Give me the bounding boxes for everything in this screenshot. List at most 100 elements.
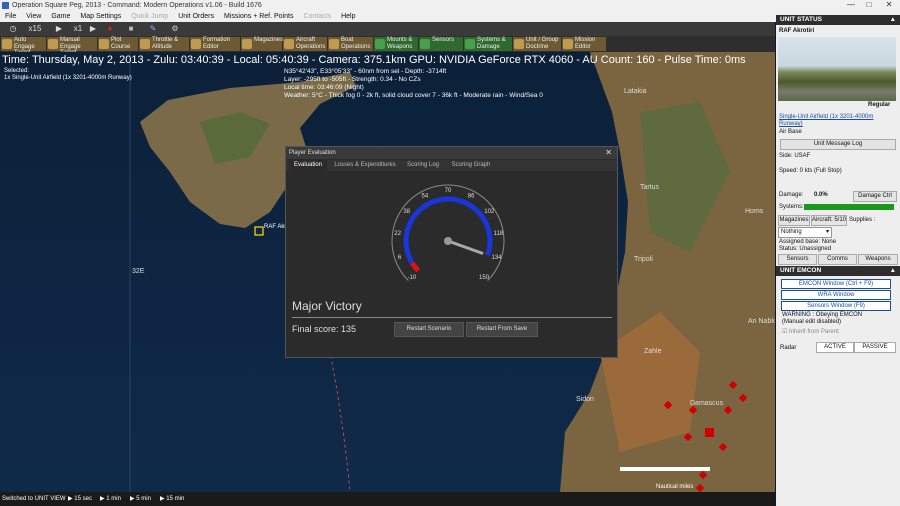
time-step-1min[interactable]: ▶ 1 min: [100, 492, 121, 506]
magazines-button[interactable]: Magazines: [778, 215, 810, 226]
toolbar-button-label: Unit / Group Doctrine: [526, 37, 559, 50]
dialog-close-icon[interactable]: ✕: [605, 147, 612, 159]
menu-bar: File View Game Map Settings Quick Jump Unit O…: [0, 11, 900, 22]
systems-label: Systems:: [779, 204, 804, 210]
gauge-tick-label: 86: [468, 194, 475, 200]
toolbar-mounts-weapons-button[interactable]: Mounts & Weapons: [374, 37, 418, 51]
menu-quick-jump[interactable]: Quick Jump: [126, 11, 173, 22]
toolbar-mission-editor-button[interactable]: Mission Editor: [562, 37, 606, 51]
unit-side: Side: USAF: [779, 153, 811, 159]
sensors-window-button[interactable]: Sensors Window (F9): [781, 301, 891, 311]
menu-contacts[interactable]: Contacts: [298, 11, 336, 22]
vehicle-icon[interactable]: ■: [124, 24, 138, 34]
menu-file[interactable]: File: [0, 11, 21, 22]
tab-scoring-graph[interactable]: Scoring Graph: [446, 160, 496, 171]
unit-speed: Speed: 0 kts (Full Stop): [779, 168, 842, 174]
friendly-airfield-marker: [254, 226, 264, 236]
damage-control-button[interactable]: Damage Ctrl: [853, 191, 897, 202]
wra-window-button[interactable]: WRA Window: [781, 290, 891, 300]
menu-unit-orders[interactable]: Unit Orders: [173, 11, 219, 22]
toolbar-systems-damage-button[interactable]: Systems & Damage: [464, 37, 512, 51]
toolbar-magazines-button[interactable]: Magazines: [241, 37, 284, 51]
menu-missions-ref-points[interactable]: Missions + Ref. Points: [219, 11, 298, 22]
time-step-15sec[interactable]: ▶ 15 sec: [68, 492, 92, 506]
gear-icon[interactable]: ⚙: [168, 24, 182, 34]
record-icon[interactable]: ●: [104, 24, 116, 34]
menu-help[interactable]: Help: [336, 11, 360, 22]
time-step-15min[interactable]: ▶ 15 min: [160, 492, 184, 506]
toolbar-icon: [329, 39, 339, 49]
speed-x15-button[interactable]: x15: [22, 24, 48, 34]
tab-comms[interactable]: Comms: [818, 254, 857, 265]
tab-evaluation[interactable]: Evaluation: [289, 160, 327, 171]
menu-game[interactable]: Game: [46, 11, 75, 22]
wrench-icon[interactable]: ✎: [146, 24, 160, 34]
tab-weapons[interactable]: Weapons: [858, 254, 898, 265]
toolbar-icon: [375, 39, 385, 49]
maximize-button[interactable]: □: [862, 0, 876, 11]
radar-active-button[interactable]: ACTIVE: [816, 342, 854, 353]
unit-message-log-button[interactable]: Unit Message Log: [780, 139, 896, 150]
toolbar-button-label: Formation Editor: [203, 37, 231, 50]
toolbar-boat-operations-button[interactable]: Boat Operations: [328, 37, 373, 51]
map-label-an-nabk: An Nabk: [748, 318, 775, 325]
time-step-5min[interactable]: ▶ 5 min: [130, 492, 151, 506]
restart-scenario-button[interactable]: Restart Scenario: [394, 322, 464, 337]
close-window-button[interactable]: ✕: [882, 0, 896, 11]
map-label-longitude: 32E: [132, 268, 145, 275]
time-step-5min-label: 5 min: [136, 496, 151, 502]
tab-sensors[interactable]: Sensors: [778, 254, 817, 265]
bottom-status-bar: Switched to UNIT VIEW ▶ 15 sec ▶ 1 min ▶…: [0, 492, 775, 506]
scale-label: Nautical miles: [656, 484, 694, 490]
minimize-button[interactable]: —: [844, 0, 858, 11]
collapse-icon[interactable]: ▲: [890, 266, 896, 276]
emcon-warning-detail: (Manual edit disabled): [782, 319, 842, 325]
menu-view[interactable]: View: [21, 11, 46, 22]
menu-map-settings[interactable]: Map Settings: [75, 11, 126, 22]
toolbar-icon: [284, 39, 294, 49]
restart-from-save-button[interactable]: Restart From Save: [466, 322, 538, 337]
proficiency: Regular: [868, 102, 891, 108]
toolbar-throttle-altitude-button[interactable]: Throttle & Altitude: [139, 37, 189, 51]
toolbar-icon: [563, 39, 573, 49]
map-label-tripoli: Tripoli: [634, 256, 653, 263]
toolbar-button-label: Mission Editor: [575, 37, 596, 50]
gauge-tick-label: 6: [398, 255, 402, 261]
toolbar-icon: [242, 39, 252, 49]
emcon-window-button[interactable]: EMCON Window (Ctrl + F9): [781, 279, 891, 289]
inherit-label: Inherit from Parent: [789, 329, 839, 335]
unit-type-link[interactable]: Single-Unit Airfield (1x 3201-4000m Runw…: [779, 114, 894, 128]
toolbar-icon: [2, 39, 12, 49]
play-icon[interactable]: ▶: [52, 24, 66, 34]
radar-passive-button[interactable]: PASSIVE: [854, 342, 896, 353]
systems-bar-fill: [804, 204, 894, 210]
toolbar-sensors-button[interactable]: Sensors: [419, 37, 463, 51]
toolbar-button-label: Sensors: [432, 37, 455, 43]
cursor-local-time: Local time: 03:46:09 (Night): [284, 84, 364, 91]
clock-icon[interactable]: ◷: [6, 24, 20, 34]
map-label-latakia: Latakia: [624, 88, 647, 95]
speed-x1-button[interactable]: x1: [68, 24, 88, 34]
toolbar-plot-course-button[interactable]: Plot Course: [98, 37, 138, 51]
toolbar-button-label: Magazines: [254, 37, 284, 43]
toolbar-icon: [465, 39, 475, 49]
toolbar-auto-engage-target-button[interactable]: Auto Engage Target: [1, 37, 46, 56]
selected-unit-desc: 1x Single-Unit Airfield (1x 3201-4000m R…: [4, 75, 132, 81]
aircraft-button[interactable]: Aircraft: 5/10: [811, 215, 847, 226]
toolbar-aircraft-operations-button[interactable]: Aircraft Operations: [283, 37, 327, 51]
tab-scoring-log[interactable]: Scoring Log: [402, 160, 444, 171]
assign-dropdown[interactable]: Nothing ▾: [778, 227, 832, 238]
gauge-blue-band: [403, 196, 493, 265]
toolbar-manual-engage-target-button[interactable]: Manual Engage Target: [47, 37, 97, 56]
toolbar-formation-editor-button[interactable]: Formation Editor: [190, 37, 240, 51]
assign-dropdown-value: Nothing: [781, 229, 802, 235]
collapse-icon[interactable]: ▲: [890, 15, 896, 25]
toolbar-icon: [420, 39, 430, 49]
supplies-label: Supplies :: [849, 217, 876, 223]
result-text: Major Victory: [292, 299, 362, 313]
step-icon[interactable]: ▶: [88, 24, 98, 34]
tab-losses-expenditures[interactable]: Losses & Expenditures: [330, 160, 400, 171]
unit-toolbar: Auto Engage TargetManual Engage Target Pl…: [0, 36, 775, 56]
inherit-checkbox[interactable]: ☑ Inherit from Parent: [782, 328, 839, 335]
toolbar-unit-group-doctrine-button[interactable]: Unit / Group Doctrine: [513, 37, 561, 51]
